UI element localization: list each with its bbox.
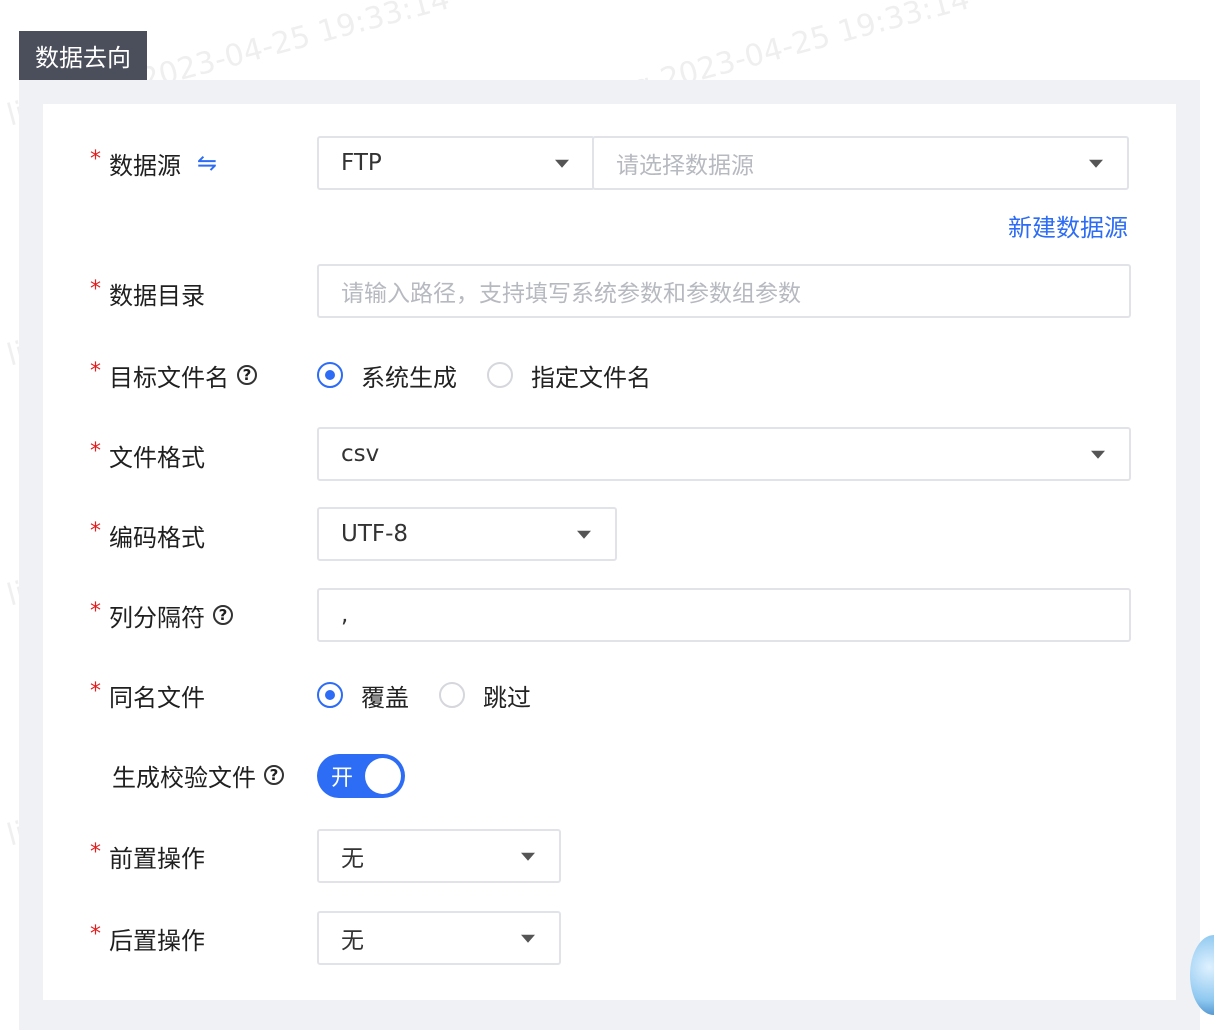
same-name-label: * 同名文件 xyxy=(90,675,205,715)
toggle-text: 开 xyxy=(331,766,354,791)
required-asterisk: * xyxy=(90,598,101,624)
required-asterisk: * xyxy=(90,921,101,947)
same-name-radio-group: 覆盖 跳过 xyxy=(317,675,561,715)
directory-label: * 数据目录 xyxy=(90,273,205,313)
encoding-select[interactable]: UTF-8 xyxy=(317,507,617,561)
radio-label: 覆盖 xyxy=(361,683,409,712)
radio-skip[interactable]: 跳过 xyxy=(439,678,531,713)
directory-placeholder: 请输入路径，支持填写系统参数和参数组参数 xyxy=(341,281,801,307)
target-filename-label-text: 目标文件名 xyxy=(109,363,229,392)
radio-checked-icon xyxy=(317,682,343,708)
chevron-down-icon xyxy=(577,530,591,539)
delimiter-label: * 列分隔符 ? xyxy=(90,595,233,635)
required-asterisk: * xyxy=(90,839,101,865)
radio-unchecked-icon xyxy=(439,682,465,708)
post-action-value: 无 xyxy=(341,928,364,954)
file-format-value: csv xyxy=(341,441,380,467)
same-name-label-text: 同名文件 xyxy=(109,683,205,712)
datasource-label-text: 数据源 xyxy=(109,151,181,180)
pre-action-value: 无 xyxy=(341,846,364,872)
datasource-label: * 数据源 ⇋ xyxy=(90,143,217,183)
datasource-select[interactable]: 请选择数据源 xyxy=(592,136,1129,190)
radio-unchecked-icon xyxy=(487,362,513,388)
radio-checked-icon xyxy=(317,362,343,388)
datasource-type-select[interactable]: FTP xyxy=(317,136,595,190)
delimiter-value: , xyxy=(341,602,349,628)
target-filename-label: * 目标文件名 ? xyxy=(90,355,257,395)
required-asterisk: * xyxy=(90,358,101,384)
pre-action-label-text: 前置操作 xyxy=(109,844,205,873)
checksum-toggle[interactable]: 开 xyxy=(317,754,405,798)
radio-overwrite[interactable]: 覆盖 xyxy=(317,678,409,713)
directory-input[interactable]: 请输入路径，支持填写系统参数和参数组参数 xyxy=(317,264,1131,318)
checksum-label: 生成校验文件 ? xyxy=(90,755,284,795)
required-asterisk: * xyxy=(90,438,101,464)
encoding-label-text: 编码格式 xyxy=(109,523,205,552)
help-icon[interactable]: ? xyxy=(237,365,257,385)
chevron-down-icon xyxy=(521,852,535,861)
checksum-label-text: 生成校验文件 xyxy=(112,763,256,792)
toggle-knob xyxy=(365,758,401,794)
post-action-select[interactable]: 无 xyxy=(317,911,561,965)
file-format-label-text: 文件格式 xyxy=(109,443,205,472)
section-title: 数据去向 xyxy=(19,31,147,80)
required-asterisk: * xyxy=(90,276,101,302)
radio-label: 跳过 xyxy=(483,683,531,712)
delimiter-label-text: 列分隔符 xyxy=(109,603,205,632)
encoding-value: UTF-8 xyxy=(341,521,409,547)
datasource-type-value: FTP xyxy=(341,150,382,176)
radio-system-generated[interactable]: 系统生成 xyxy=(317,358,457,393)
encoding-label: * 编码格式 xyxy=(90,515,205,555)
chevron-down-icon xyxy=(1089,159,1103,168)
chevron-down-icon xyxy=(555,159,569,168)
pre-action-select[interactable]: 无 xyxy=(317,829,561,883)
radio-label: 系统生成 xyxy=(361,363,457,392)
file-format-label: * 文件格式 xyxy=(90,435,205,475)
radio-specify-filename[interactable]: 指定文件名 xyxy=(487,358,651,393)
delimiter-input[interactable]: , xyxy=(317,588,1131,642)
swap-icon[interactable]: ⇋ xyxy=(197,149,217,177)
post-action-label: * 后置操作 xyxy=(90,918,205,958)
radio-label: 指定文件名 xyxy=(531,363,651,392)
chevron-down-icon xyxy=(1091,450,1105,459)
required-asterisk: * xyxy=(90,518,101,544)
required-asterisk: * xyxy=(90,146,101,172)
required-asterisk: * xyxy=(90,678,101,704)
chevron-down-icon xyxy=(521,934,535,943)
datasource-placeholder: 请选择数据源 xyxy=(616,153,754,179)
directory-label-text: 数据目录 xyxy=(109,281,205,310)
file-format-select[interactable]: csv xyxy=(317,427,1131,481)
pre-action-label: * 前置操作 xyxy=(90,836,205,876)
post-action-label-text: 后置操作 xyxy=(109,926,205,955)
help-icon[interactable]: ? xyxy=(264,765,284,785)
new-datasource-link[interactable]: 新建数据源 xyxy=(1008,208,1128,243)
target-filename-radio-group: 系统生成 指定文件名 xyxy=(317,355,681,395)
help-icon[interactable]: ? xyxy=(213,605,233,625)
